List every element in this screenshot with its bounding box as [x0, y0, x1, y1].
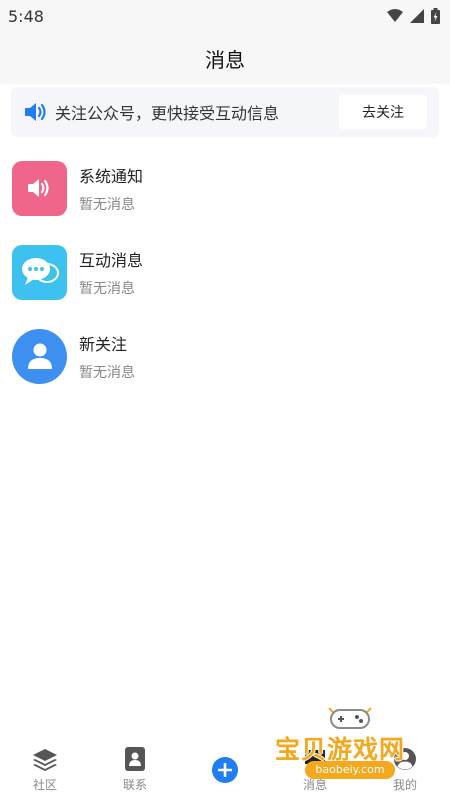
layers-icon	[33, 749, 57, 771]
nav-label: 联系	[122, 778, 147, 792]
message-icon	[305, 750, 325, 768]
status-time: 5:48	[8, 6, 44, 26]
message-subtitle: 暂无消息	[79, 280, 135, 297]
message-item-system[interactable]: 系统通知 暂无消息	[0, 146, 450, 230]
status-bar: 5:48	[0, 0, 450, 32]
nav-item-add[interactable]	[180, 740, 270, 800]
signal-icon	[410, 9, 424, 23]
speaker-icon	[27, 179, 49, 197]
page-title: 消息	[205, 47, 245, 72]
message-subtitle: 暂无消息	[79, 364, 135, 381]
message-title: 新关注	[79, 334, 128, 354]
message-list: 系统通知 暂无消息 互动消息 暂无消息 新关注 暂无消息	[0, 146, 450, 398]
nav-item-profile[interactable]: 我的	[360, 740, 450, 800]
speaker-icon	[25, 103, 46, 121]
contacts-icon	[125, 747, 145, 771]
message-title: 互动消息	[79, 250, 144, 270]
nav-item-messages[interactable]: 消息	[270, 740, 360, 800]
nav-label: 社区	[32, 778, 57, 792]
message-item-new-follower[interactable]: 新关注 暂无消息	[0, 314, 450, 398]
system-notice-icon-tile	[12, 160, 67, 216]
nav-label: 消息	[302, 778, 327, 792]
gamepad-icon	[328, 707, 372, 729]
chat-bubbles-icon	[21, 258, 59, 285]
profile-icon	[394, 748, 416, 770]
nav-label: 我的	[392, 778, 417, 792]
bottom-nav: 社区 联系 消息 我的	[0, 740, 450, 800]
battery-icon	[431, 8, 440, 24]
nav-item-community[interactable]: 社区	[0, 740, 90, 800]
message-title: 系统通知	[79, 166, 144, 186]
nav-item-contacts[interactable]: 联系	[90, 740, 180, 800]
message-subtitle: 暂无消息	[79, 196, 135, 213]
app-header: 消息	[0, 32, 450, 84]
interaction-icon-tile	[12, 244, 67, 300]
banner-text: 关注公众号，更快接受互动信息	[55, 104, 280, 123]
follow-banner: 关注公众号，更快接受互动信息 去关注	[11, 87, 439, 137]
new-follower-icon-tile	[12, 328, 67, 384]
status-icons	[387, 8, 440, 24]
user-icon	[27, 343, 52, 369]
wifi-icon	[387, 9, 403, 22]
follow-button[interactable]: 去关注	[339, 95, 427, 129]
plus-icon	[212, 757, 238, 783]
message-item-interaction[interactable]: 互动消息 暂无消息	[0, 230, 450, 314]
